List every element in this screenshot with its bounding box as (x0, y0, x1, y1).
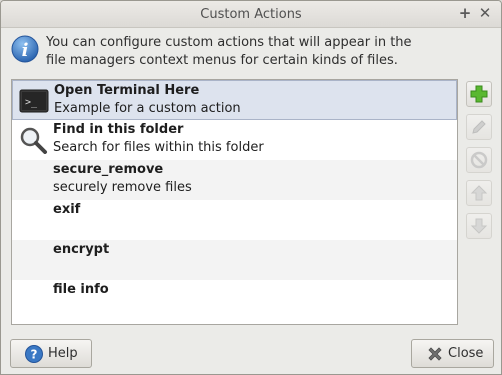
arrow-down-icon (470, 218, 488, 234)
list-item[interactable]: encrypt (12, 240, 457, 280)
close-icon (428, 347, 442, 361)
help-label: Help (48, 346, 78, 361)
close-window-button[interactable]: ✕ (476, 4, 494, 22)
action-description: Example for a custom action (54, 101, 241, 116)
action-name: Open Terminal Here (54, 83, 200, 98)
action-description: securely remove files (53, 180, 192, 195)
custom-actions-dialog: Custom Actions + ✕ i You can configure c… (0, 0, 502, 375)
list-item[interactable]: Find in this folder Search for files wit… (12, 120, 457, 160)
svg-text:i: i (22, 40, 29, 61)
svg-text:?: ? (31, 348, 38, 362)
window-title: Custom Actions (200, 7, 302, 22)
list-item[interactable]: secure_remove securely remove files (12, 160, 457, 200)
plus-icon (470, 85, 488, 103)
action-name: secure_remove (53, 162, 164, 177)
list-item[interactable]: >_ Open Terminal Here Example for a cust… (12, 80, 457, 120)
close-label: Close (448, 346, 484, 361)
terminal-icon: >_ (19, 89, 49, 113)
edit-action-button[interactable] (466, 114, 492, 140)
action-name: file info (53, 282, 109, 297)
help-icon: ? (25, 345, 43, 363)
maximize-window-button[interactable]: + (456, 4, 474, 22)
pencil-icon (472, 120, 486, 134)
add-action-button[interactable] (466, 81, 492, 107)
magnifier-icon (20, 127, 47, 154)
move-down-button[interactable] (466, 213, 492, 239)
list-item[interactable]: file info (12, 280, 457, 320)
move-up-button[interactable] (466, 180, 492, 206)
delete-action-button[interactable] (466, 147, 492, 173)
actions-list[interactable]: >_ Open Terminal Here Example for a cust… (11, 79, 458, 325)
arrow-up-icon (470, 185, 488, 201)
action-name: Find in this folder (53, 122, 184, 137)
svg-text:>_: >_ (25, 97, 38, 108)
list-item[interactable]: exif (12, 200, 457, 240)
info-line-1: You can configure custom actions that wi… (46, 35, 412, 50)
close-button[interactable]: Close (411, 339, 494, 368)
help-button[interactable]: ? Help (10, 339, 92, 368)
prohibit-icon (470, 151, 488, 169)
info-message: You can configure custom actions that wi… (46, 34, 486, 70)
action-name: exif (53, 202, 81, 217)
info-line-2: file managers context menus for certain … (46, 53, 398, 68)
info-icon: i (11, 35, 39, 63)
action-name: encrypt (53, 242, 110, 257)
titlebar[interactable]: Custom Actions + ✕ (1, 1, 501, 28)
action-description: Search for files within this folder (53, 140, 264, 155)
